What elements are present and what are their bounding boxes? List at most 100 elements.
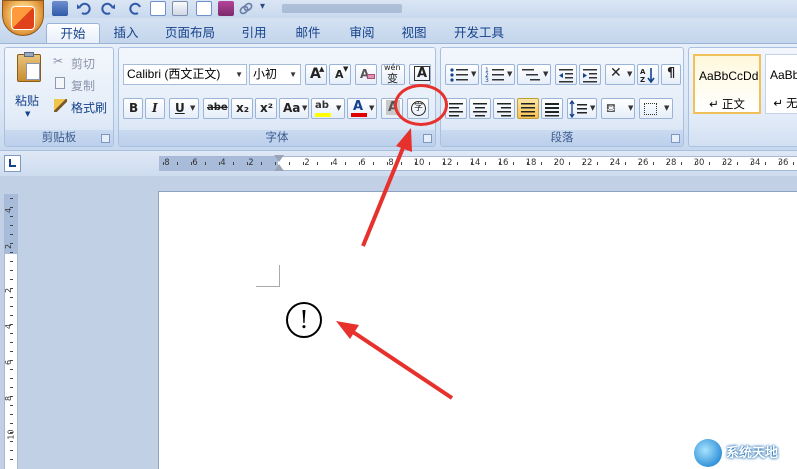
- ruler-tick: [471, 162, 472, 165]
- document-icon[interactable]: [196, 1, 212, 16]
- title-bar: ▾: [0, 0, 797, 18]
- strikethrough-button[interactable]: abe: [203, 98, 229, 119]
- horizontal-ruler[interactable]: 8 6 4 2 2 4 6 8 10 12 14 16 18 20 22 24 26 28 30 32 34 36: [159, 155, 797, 171]
- vertical-ruler-tick: [10, 369, 13, 370]
- enclosed-character[interactable]: !: [286, 302, 322, 338]
- annotation-circle: [394, 84, 448, 126]
- format-painter-button[interactable]: 格式刷: [53, 96, 113, 117]
- ruler-tick: [681, 162, 682, 165]
- paragraph-group-label: 段落: [441, 130, 683, 146]
- shading-button[interactable]: ⛾ ▼: [601, 98, 635, 119]
- style-normal[interactable]: AaBbCcDd ↵ 正文: [693, 54, 761, 114]
- vertical-ruler-number: 4: [4, 207, 14, 214]
- left-tab-icon: [9, 159, 16, 167]
- bullets-icon: [450, 68, 468, 82]
- ruler-tick: [541, 162, 542, 165]
- watermark-text: 系统天地: [726, 446, 779, 461]
- margin-corner-mark: [256, 265, 280, 287]
- tab-selector-button[interactable]: [4, 155, 21, 172]
- ruler-tick: [667, 162, 668, 165]
- vertical-ruler-tick: [10, 288, 13, 289]
- grow-font-button[interactable]: A ▲: [305, 64, 327, 85]
- bullets-button[interactable]: ▼: [445, 64, 479, 85]
- ruler-tick: [303, 162, 304, 165]
- underline-button[interactable]: U ▼: [169, 98, 199, 119]
- align-center-button[interactable]: [469, 98, 491, 119]
- increase-indent-button[interactable]: [579, 64, 601, 85]
- borders-icon: [644, 103, 657, 115]
- chevron-down-icon: ▼: [235, 70, 243, 79]
- ruler-tick: [737, 162, 738, 165]
- tab-review[interactable]: 审阅: [340, 23, 384, 44]
- print-preview-icon[interactable]: [150, 1, 166, 16]
- decrease-indent-button[interactable]: [555, 64, 577, 85]
- phonetic-guide-button[interactable]: wén 变: [381, 63, 405, 85]
- text-highlight-button[interactable]: ab ▼: [311, 98, 345, 119]
- align-center-icon: [473, 103, 487, 117]
- vertical-ruler-tick: [10, 423, 13, 424]
- copy-button[interactable]: 复制: [53, 74, 111, 95]
- vertical-ruler[interactable]: 4 2 2 4 6 8 10: [4, 194, 18, 469]
- vertical-ruler-tick: [10, 270, 13, 271]
- copy-label: 复制: [71, 79, 96, 93]
- redo-icon[interactable]: [128, 1, 144, 16]
- style-no-spacing[interactable]: AaBbC ↵ 无: [765, 54, 797, 114]
- paste-button[interactable]: 粘贴 ▼: [9, 50, 49, 126]
- undo-icon[interactable]: [76, 1, 92, 16]
- shrink-font-button[interactable]: A ▼: [329, 64, 351, 85]
- clear-formatting-button[interactable]: A: [355, 64, 377, 85]
- line-spacing-button[interactable]: ▼: [567, 98, 597, 119]
- vertical-ruler-tick: [10, 351, 13, 352]
- tab-view[interactable]: 视图: [392, 23, 436, 44]
- ruler-tick: [387, 162, 388, 165]
- italic-button[interactable]: I: [145, 98, 165, 119]
- show-marks-button[interactable]: ¶: [661, 64, 681, 85]
- align-right-button[interactable]: [493, 98, 515, 119]
- bold-button[interactable]: B: [123, 98, 143, 119]
- tab-references[interactable]: 引用: [232, 23, 276, 44]
- table-icon[interactable]: [218, 1, 234, 16]
- font-dialog-launcher[interactable]: [423, 134, 432, 143]
- distributed-button[interactable]: [541, 98, 563, 119]
- ruler-tick: [527, 162, 528, 165]
- numbering-button[interactable]: 123 ▼: [481, 64, 515, 85]
- superscript-button[interactable]: x²: [255, 98, 277, 119]
- paragraph-dialog-launcher[interactable]: [671, 134, 680, 143]
- repeat-icon[interactable]: [100, 1, 116, 16]
- customize-quick-access-icon[interactable]: ▾: [260, 1, 265, 12]
- svg-text:Z: Z: [640, 76, 645, 84]
- justify-button[interactable]: [517, 98, 539, 119]
- font-name-select[interactable]: Calibri (西文正文) ▼: [123, 64, 247, 85]
- indent-marker-bottom[interactable]: [274, 164, 284, 171]
- font-size-select[interactable]: 小初 ▼: [249, 64, 301, 85]
- chinese-layout-button[interactable]: ✕ ▼: [605, 64, 635, 85]
- change-case-button[interactable]: Aa ▼: [279, 98, 309, 119]
- link-icon[interactable]: [238, 1, 254, 16]
- tab-home[interactable]: 开始: [46, 23, 100, 45]
- font-color-button[interactable]: A ▼: [347, 98, 377, 119]
- align-left-button[interactable]: [445, 98, 467, 119]
- multilevel-list-button[interactable]: ▼: [517, 64, 551, 85]
- ruler-tick: [597, 162, 598, 165]
- eraser-icon: [367, 74, 375, 79]
- clipboard-dialog-launcher[interactable]: [101, 134, 110, 143]
- tab-mailings[interactable]: 邮件: [286, 23, 330, 44]
- document-page[interactable]: [158, 191, 797, 469]
- character-border-button[interactable]: A: [409, 64, 431, 85]
- tab-insert[interactable]: 插入: [104, 23, 148, 44]
- save-icon[interactable]: [52, 1, 68, 16]
- cut-button[interactable]: ✂ 剪切: [53, 52, 111, 73]
- tab-page-layout[interactable]: 页面布局: [158, 23, 222, 44]
- ruler-tick: [639, 162, 640, 165]
- spelling-icon[interactable]: [172, 1, 188, 16]
- ruler-tick: [695, 162, 696, 165]
- ruler-tick: [485, 162, 486, 165]
- clipboard-group: 粘贴 ▼ ✂ 剪切 复制 格式刷 剪贴板: [4, 47, 114, 147]
- tab-developer[interactable]: 开发工具: [446, 23, 512, 44]
- borders-button[interactable]: ▼: [639, 98, 673, 119]
- ruler-tick: [457, 162, 458, 165]
- subscript-button[interactable]: x₂: [231, 98, 253, 119]
- ruler-tick: [751, 162, 752, 165]
- sort-button[interactable]: AZ: [637, 64, 659, 85]
- indent-marker[interactable]: [274, 155, 284, 162]
